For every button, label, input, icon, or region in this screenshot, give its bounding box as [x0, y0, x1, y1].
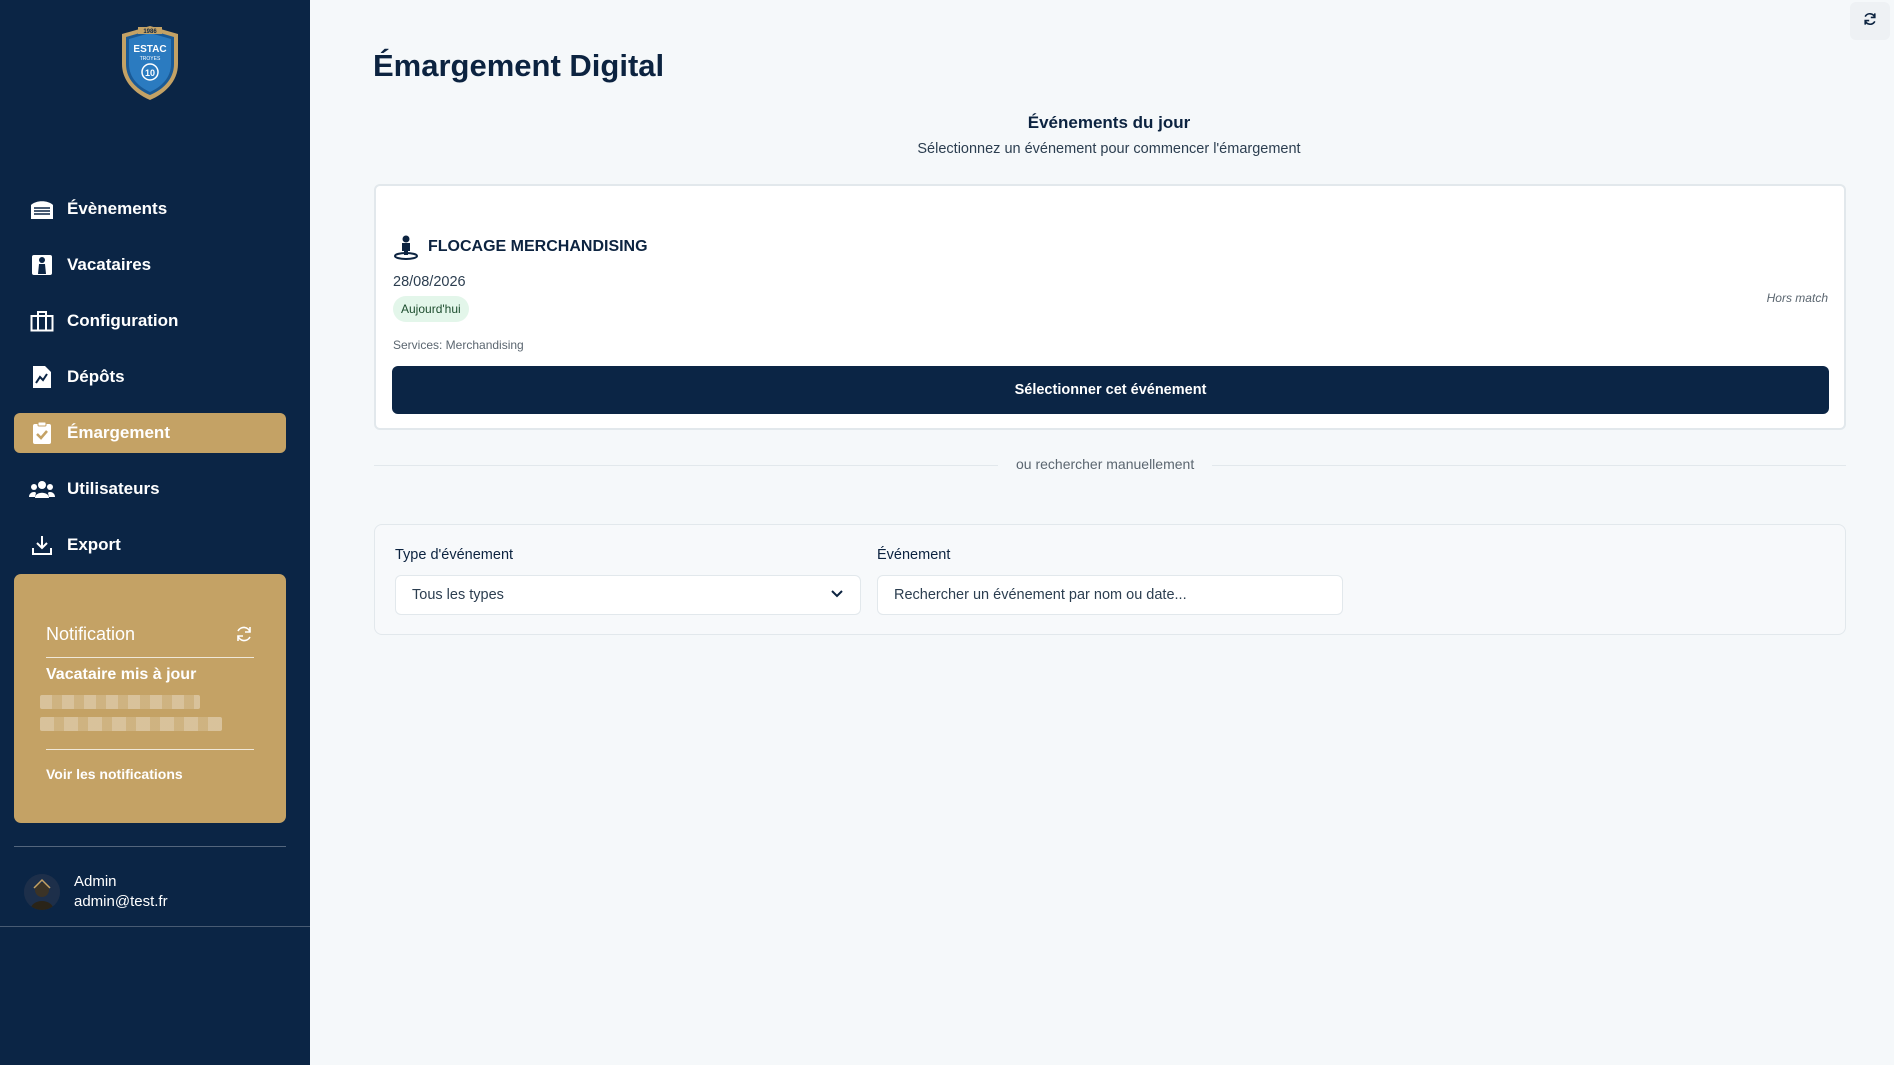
logo-name: ESTAC: [133, 44, 166, 55]
redacted-text: [40, 695, 200, 709]
refresh-button[interactable]: [1850, 2, 1890, 40]
sidebar-item-label: Vacataires: [67, 255, 152, 274]
sidebar-item-emargement[interactable]: Émargement: [14, 413, 286, 453]
divider: [14, 846, 286, 847]
sidebar-item-label: Dépôts: [67, 367, 125, 386]
notification-title: Notification: [46, 624, 136, 644]
event-type-label: Type d'événement: [395, 547, 514, 563]
select-event-button[interactable]: Sélectionner cet événement: [392, 366, 1829, 414]
person-pin-icon: [393, 234, 419, 260]
divider: [0, 926, 310, 927]
logo-number: 10: [145, 68, 155, 78]
sidebar-item-label: Émargement: [67, 423, 170, 442]
status-badge: Aujourd'hui: [393, 296, 469, 322]
sidebar-item-label: Utilisateurs: [67, 479, 160, 498]
club-logo[interactable]: 1986 ESTAC TROYES 10: [118, 24, 182, 102]
sidebar-item-label: Export: [67, 535, 121, 554]
view-notifications-link[interactable]: Voir les notifications: [46, 766, 183, 782]
sidebar: 1986 ESTAC TROYES 10 Évènements Vacatair…: [0, 0, 310, 1065]
redacted-text: [40, 717, 222, 731]
sidebar-item-label: Configuration: [67, 311, 179, 330]
clipboard-check-icon: [29, 420, 55, 446]
sidebar-item-utilisateurs[interactable]: Utilisateurs: [14, 469, 286, 509]
person-badge-icon: [29, 252, 55, 278]
divider-label: ou rechercher manuellement: [998, 456, 1213, 472]
refresh-icon[interactable]: [234, 624, 254, 644]
sidebar-item-export[interactable]: Export: [14, 525, 286, 565]
sidebar-item-vacataires[interactable]: Vacataires: [14, 245, 286, 285]
sidebar-item-evenements[interactable]: Évènements: [14, 189, 286, 229]
refresh-icon: [1862, 11, 1878, 32]
logo-year: 1986: [143, 29, 157, 35]
sidebar-item-depots[interactable]: Dépôts: [14, 357, 286, 397]
logo-city: TROYES: [140, 56, 161, 62]
notification-panel: Notification Vacataire mis à jour Voir l…: [14, 574, 286, 823]
event-type-select[interactable]: Tous les types: [395, 575, 861, 615]
page-title: Émargement Digital: [373, 48, 665, 83]
stadium-icon: [29, 196, 55, 222]
event-name: FLOCAGE MERCHANDISING: [428, 238, 648, 255]
manual-search-panel: Type d'événement Tous les types Événemen…: [374, 524, 1846, 635]
building-icon: [29, 308, 55, 334]
event-date: 28/08/2026: [393, 274, 466, 290]
notification-message: Vacataire mis à jour: [46, 666, 197, 683]
sidebar-nav: Évènements Vacataires Configuration Dépô…: [14, 189, 286, 581]
section-title: Événements du jour: [1027, 113, 1191, 132]
event-services: Services: Merchandising: [393, 338, 524, 352]
section-subtitle: Sélectionnez un événement pour commencer…: [917, 141, 1301, 157]
event-type: Hors match: [1766, 291, 1828, 305]
sidebar-item-configuration[interactable]: Configuration: [14, 301, 286, 341]
event-search-input[interactable]: [877, 575, 1343, 615]
event-type-select-value: Tous les types: [412, 587, 504, 603]
event-label: Événement: [877, 547, 951, 563]
user-name: Admin: [74, 873, 117, 890]
divider: [46, 749, 254, 750]
download-icon: [29, 532, 55, 558]
notification-header: Notification: [46, 624, 254, 658]
sidebar-item-label: Évènements: [67, 199, 168, 218]
user-email: admin@test.fr: [74, 893, 168, 910]
chevron-down-icon: [830, 586, 844, 604]
avatar: [24, 874, 60, 910]
event-card: FLOCAGE MERCHANDISING 28/08/2026 Aujourd…: [374, 184, 1846, 430]
users-icon: [29, 476, 55, 502]
document-chart-icon: [29, 364, 55, 390]
user-profile[interactable]: Admin admin@test.fr: [24, 872, 168, 912]
